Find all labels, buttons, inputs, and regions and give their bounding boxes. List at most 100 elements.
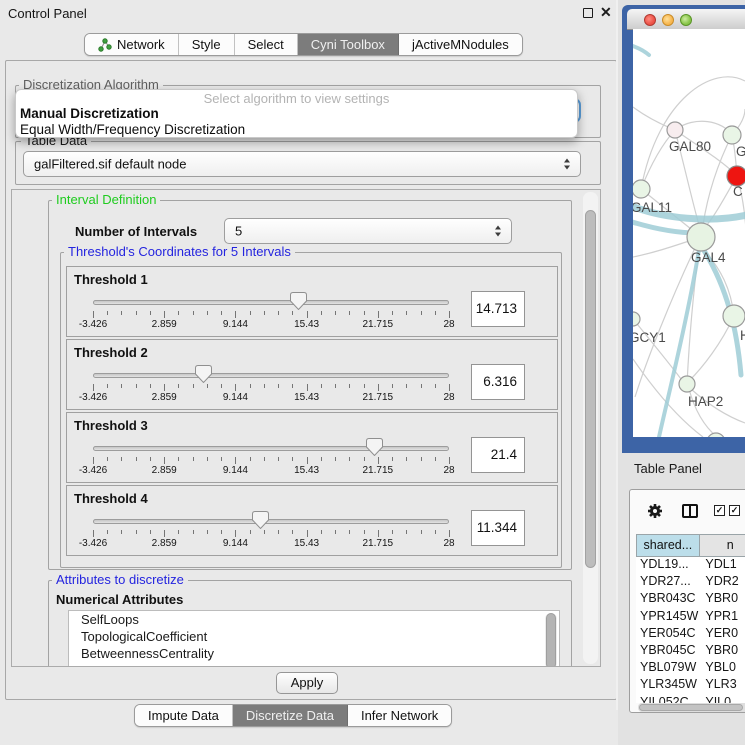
tick-mark <box>121 384 122 388</box>
tick-mark <box>292 311 293 315</box>
table-row[interactable]: YER054CYER0 <box>636 626 745 643</box>
minimize-traffic-light-icon[interactable] <box>662 14 674 26</box>
tick-mark <box>364 384 365 388</box>
slider-thumb[interactable] <box>290 292 307 310</box>
column-header-shared[interactable]: shared... <box>636 534 700 557</box>
threshold-value-input[interactable]: 11.344 <box>471 510 525 546</box>
tick-label: 2.859 <box>152 465 177 476</box>
tick-mark <box>207 384 208 388</box>
tick-label: 9.144 <box>223 465 248 476</box>
tick-mark <box>164 530 165 537</box>
table-row[interactable]: YBR045CYBR0 <box>636 643 745 660</box>
tick-mark <box>150 530 151 534</box>
table-cell: YDL1 <box>700 557 745 574</box>
tick-mark <box>321 384 322 388</box>
tab-style[interactable]: Style <box>179 34 235 55</box>
tick-mark <box>406 384 407 388</box>
table-horizontal-scrollbar[interactable] <box>638 703 745 712</box>
checkbox-icon[interactable]: ✓ <box>714 505 725 516</box>
attribute-list-item[interactable]: SelfLoops <box>69 611 559 628</box>
apply-button[interactable]: Apply <box>276 672 338 694</box>
tab-select[interactable]: Select <box>235 34 298 55</box>
gal4-node[interactable] <box>687 223 715 251</box>
tick-label: 21.715 <box>363 319 394 330</box>
tick-mark <box>421 530 422 534</box>
threshold-value-input[interactable]: 6.316 <box>471 364 525 400</box>
tick-label: 15.43 <box>294 319 319 330</box>
attributes-list-scrollbar[interactable] <box>545 613 557 667</box>
tick-label: 28 <box>443 319 454 330</box>
number-of-intervals-select[interactable]: 5 <box>224 218 512 244</box>
tick-mark <box>121 457 122 461</box>
close-traffic-light-icon[interactable] <box>644 14 656 26</box>
gal11-node[interactable] <box>633 180 650 198</box>
hap2-node[interactable] <box>679 376 695 392</box>
tick-mark <box>136 457 137 461</box>
threshold-slider-track[interactable] <box>93 446 449 451</box>
close-icon[interactable]: ✕ <box>600 4 612 21</box>
column-header-n[interactable]: n <box>700 534 745 557</box>
node-bottom-partial[interactable] <box>707 433 725 437</box>
node-right[interactable] <box>723 305 745 327</box>
threshold-slider-track[interactable] <box>93 300 449 305</box>
checkbox-icon[interactable]: ✓ <box>729 505 740 516</box>
combo-arrows-icon <box>564 159 571 170</box>
threshold-label: Threshold 3 <box>74 418 148 433</box>
float-window-icon[interactable] <box>583 8 593 18</box>
threshold-panel-3: Threshold 3-3.4262.8599.14415.4321.71528… <box>66 412 558 483</box>
tick-mark <box>107 530 108 534</box>
table-panel: ✓ ✓ shared...n YDL19...YDL1YDR27...YDR2Y… <box>629 489 745 713</box>
threshold-slider-track[interactable] <box>93 373 449 378</box>
tab-impute-data[interactable]: Impute Data <box>135 705 233 726</box>
columns-icon[interactable] <box>682 504 698 518</box>
table-row[interactable]: YBL079WYBL0 <box>636 660 745 677</box>
network-canvas[interactable]: GAL80G.CGAL11GAL4GCY1HHAP2 <box>633 29 745 437</box>
node-label-gal4: GAL4 <box>691 250 726 265</box>
attribute-list-item[interactable]: TopologicalCoefficient <box>69 628 559 645</box>
tick-mark <box>107 457 108 461</box>
gear-icon[interactable] <box>646 502 664 520</box>
tick-mark <box>349 457 350 461</box>
number-of-intervals-label: Number of Intervals <box>75 224 197 239</box>
red-node[interactable] <box>727 166 745 186</box>
tab-discretize-data[interactable]: Discretize Data <box>233 705 348 726</box>
threshold-value-input[interactable]: 21.4 <box>471 437 525 473</box>
gcy1-node[interactable] <box>633 312 640 326</box>
node-top-right[interactable] <box>723 126 741 144</box>
right-column: GAL80G.CGAL11GAL4GCY1HHAP2 Table Panel ✓… <box>618 0 745 745</box>
slider-thumb[interactable] <box>195 365 212 383</box>
network-window-titlebar[interactable] <box>627 9 745 30</box>
tick-mark <box>421 311 422 315</box>
table-data-select[interactable]: galFiltered.sif default node <box>23 151 581 177</box>
gal80-node[interactable] <box>667 122 683 138</box>
tick-mark <box>335 311 336 315</box>
algorithm-option-equal-width-frequency[interactable]: Equal Width/Frequency Discretization <box>20 122 245 137</box>
table-row[interactable]: YDL19...YDL1 <box>636 557 745 574</box>
table-row[interactable]: YPR145WYPR1 <box>636 609 745 626</box>
algorithm-option-manual-discretization[interactable]: Manual Discretization <box>20 106 159 121</box>
slider-thumb[interactable] <box>252 511 269 529</box>
settings-vertical-scrollbar[interactable] <box>583 192 598 664</box>
table-row[interactable]: YBR043CYBR0 <box>636 591 745 608</box>
slider-thumb[interactable] <box>366 438 383 456</box>
threshold-slider-track[interactable] <box>93 519 449 524</box>
tick-mark <box>193 530 194 534</box>
node-label-c: C <box>733 184 743 199</box>
table-row[interactable]: YIL052CYIL0 <box>636 695 745 704</box>
attribute-list-item[interactable]: BetweennessCentrality <box>69 645 559 662</box>
tick-mark <box>307 384 308 391</box>
tab-infer-network[interactable]: Infer Network <box>348 705 451 726</box>
tick-mark <box>335 457 336 461</box>
tab-jactivemnodules[interactable]: jActiveMNodules <box>399 34 522 55</box>
tick-mark <box>121 530 122 534</box>
tab-network[interactable]: Network <box>85 34 179 55</box>
tick-mark <box>164 457 165 464</box>
tick-mark <box>250 384 251 388</box>
tab-cyni-toolbox[interactable]: Cyni Toolbox <box>298 34 399 55</box>
threshold-value-input[interactable]: 14.713 <box>471 291 525 327</box>
table-row[interactable]: YLR345WYLR3 <box>636 677 745 694</box>
table-row[interactable]: YDR27...YDR2 <box>636 574 745 591</box>
zoom-traffic-light-icon[interactable] <box>680 14 692 26</box>
node-label-h: H <box>740 328 745 343</box>
algorithm-dropdown-popup: Select algorithm to view settings Manual… <box>15 89 578 138</box>
